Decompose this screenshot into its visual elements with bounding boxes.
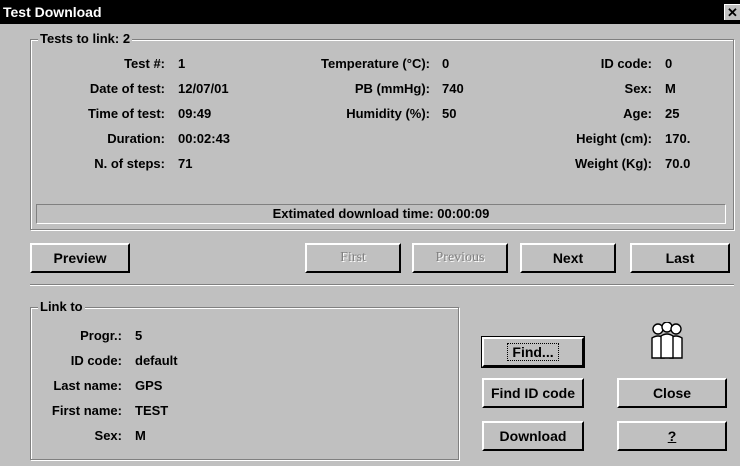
preview-button[interactable]: Preview	[30, 243, 130, 273]
progr-label: Progr.:	[80, 328, 122, 343]
close-button[interactable]: Close	[617, 378, 727, 408]
age-label: Age:	[623, 106, 652, 121]
id-code-value: 0	[665, 56, 673, 71]
estimated-download-time: Extimated download time: 00:00:09	[36, 204, 726, 224]
preview-button-label: Preview	[53, 250, 107, 266]
download-button[interactable]: Download	[482, 421, 584, 451]
date-of-test-label: Date of test:	[89, 81, 165, 96]
time-of-test-label: Time of test:	[87, 106, 165, 121]
temperature-value: 0	[442, 56, 450, 71]
height-label: Height (cm):	[576, 131, 652, 146]
time-of-test-value: 09:49	[178, 106, 212, 121]
close-icon[interactable]: ✕	[724, 4, 740, 20]
steps-value: 71	[178, 156, 193, 171]
height-value: 170.	[665, 131, 691, 146]
last-name-label: Last name:	[53, 378, 122, 393]
help-button[interactable]: ?	[617, 421, 727, 451]
sex-value: M	[665, 81, 676, 96]
temperature-label: Temperature (°C):	[321, 56, 430, 71]
age-value: 25	[665, 106, 680, 121]
humidity-label: Humidity (%):	[346, 106, 430, 121]
pressure-value: 740	[442, 81, 464, 96]
first-name-value: TEST	[135, 403, 169, 418]
link-group-legend: Link to	[38, 299, 85, 314]
humidity-value: 50	[442, 106, 457, 121]
link-sex-value: M	[135, 428, 146, 443]
separator	[30, 284, 734, 286]
test-number-value: 1	[178, 56, 186, 71]
id-code-label: ID code:	[600, 56, 652, 71]
progr-value: 5	[135, 328, 143, 343]
test-download-window: Test Download ✕ Tests to link: 2 Test #:…	[0, 0, 740, 466]
pressure-label: PB (mmHg):	[354, 81, 430, 96]
weight-label: Weight (Kg):	[574, 156, 652, 171]
previous-button-label: Previous	[435, 250, 485, 265]
find-button-label: Find...	[507, 343, 559, 361]
link-id-code-value: default	[135, 353, 178, 368]
steps-label: N. of steps:	[94, 156, 165, 171]
close-button-label: Close	[652, 385, 692, 401]
link-id-code-label: ID code:	[70, 353, 122, 368]
first-button-label: First	[340, 250, 366, 265]
sex-label: Sex:	[624, 81, 652, 96]
first-button[interactable]: First	[305, 243, 401, 273]
people-group-icon	[651, 322, 683, 359]
last-button[interactable]: Last	[630, 243, 730, 273]
help-button-label: ?	[667, 428, 677, 444]
next-button[interactable]: Next	[520, 243, 616, 273]
link-sex-label: Sex:	[94, 428, 122, 443]
last-button-label: Last	[665, 250, 695, 266]
duration-label: Duration:	[107, 131, 165, 146]
duration-value: 00:02:43	[178, 131, 231, 146]
find-id-code-button[interactable]: Find ID code	[482, 378, 584, 408]
test-number-label: Test #:	[124, 56, 165, 71]
previous-button[interactable]: Previous	[412, 243, 508, 273]
find-id-code-button-label: Find ID code	[491, 385, 575, 401]
weight-value: 70.0	[665, 156, 691, 171]
find-button[interactable]: Find...	[481, 336, 585, 368]
tests-group-legend: Tests to link: 2	[38, 31, 133, 46]
date-of-test-value: 12/07/01	[178, 81, 229, 96]
download-button-label: Download	[499, 428, 567, 444]
next-button-label: Next	[552, 250, 584, 266]
window-title: Test Download	[3, 4, 102, 20]
title-bar: Test Download ✕	[0, 0, 740, 24]
last-name-value: GPS	[135, 378, 163, 393]
first-name-label: First name:	[51, 403, 122, 418]
